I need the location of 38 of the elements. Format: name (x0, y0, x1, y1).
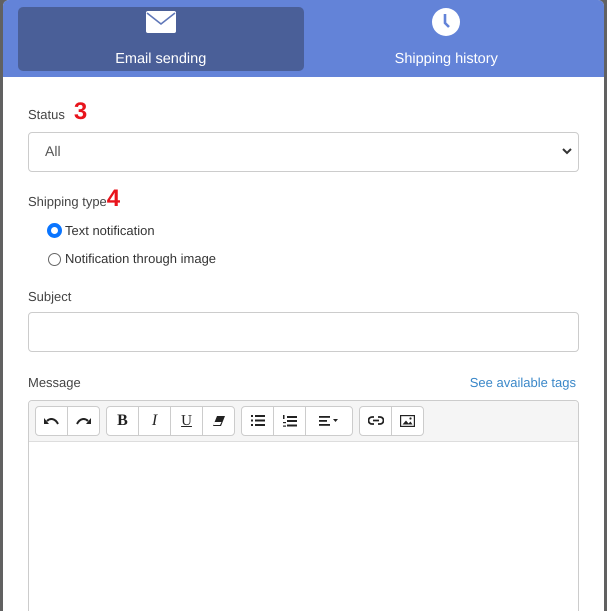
tags-link[interactable]: See available tags (470, 373, 576, 393)
tab[interactable]: Shipping history (304, 7, 589, 71)
radio-label[interactable]: Text notification (65, 220, 155, 240)
redo-icon (76, 416, 91, 426)
toolbar-button[interactable] (273, 406, 306, 436)
message-editor[interactable]: B I U (28, 400, 579, 611)
annotation-number: 4 (106, 186, 120, 212)
image-icon (400, 414, 415, 427)
eraser-icon (212, 416, 224, 426)
clock-icon (432, 8, 460, 36)
toolbar-button[interactable] (35, 406, 68, 436)
field-label: Shipping type (28, 193, 107, 212)
toolbar-button[interactable] (391, 406, 424, 436)
toolbar-button[interactable] (359, 406, 392, 436)
envelope-icon (146, 11, 176, 33)
format-button[interactable]: U (170, 406, 203, 436)
field-label: Message (28, 374, 81, 392)
subject-field[interactable] (28, 312, 579, 352)
chevron-down-icon (562, 148, 572, 156)
bullet-list-icon (250, 415, 264, 426)
numbered-list-icon (282, 414, 296, 427)
tab[interactable]: Email sending (18, 7, 304, 71)
status-select[interactable]: All (28, 132, 579, 172)
format-button[interactable]: B (106, 406, 139, 436)
undo-icon (44, 416, 59, 426)
toolbar-button[interactable] (305, 406, 353, 436)
radio-button[interactable] (48, 252, 61, 266)
field-label: Subject (28, 288, 72, 306)
link-icon (368, 416, 384, 426)
toolbar-button[interactable] (202, 406, 235, 436)
radio-label[interactable]: Notification through image (65, 249, 216, 269)
align-icon (319, 416, 339, 426)
format-button[interactable]: I (138, 406, 171, 436)
annotation-number: 3 (74, 98, 88, 125)
radio-button[interactable] (48, 224, 61, 237)
toolbar-button[interactable] (67, 406, 100, 436)
toolbar-button[interactable] (241, 406, 274, 436)
field-label: Status (28, 106, 65, 124)
